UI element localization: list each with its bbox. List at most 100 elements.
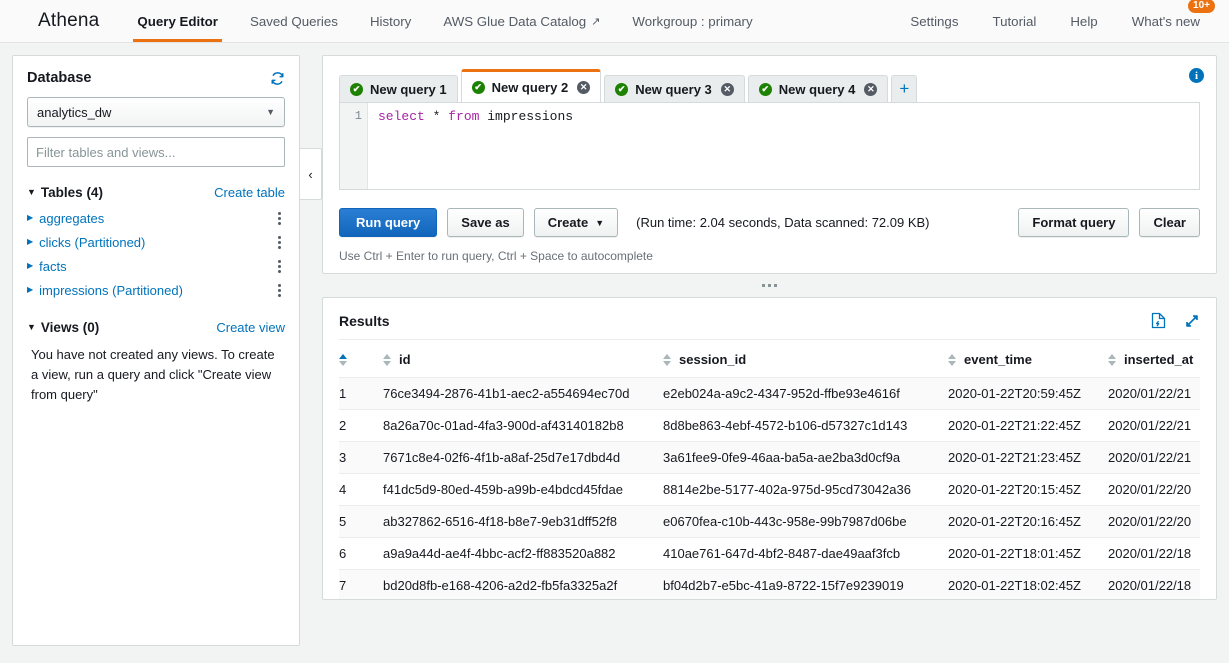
table-row[interactable]: 28a26a70c-01ad-4fa3-900d-af43140182b88d8… bbox=[339, 410, 1200, 442]
table-row[interactable]: 4f41dc5d9-80ed-459b-a99b-e4bdcd45fdae881… bbox=[339, 474, 1200, 506]
info-icon[interactable]: i bbox=[1189, 68, 1204, 83]
sql-table-name: impressions bbox=[479, 109, 573, 124]
cell-session-id: 410ae761-647d-4bf2-8487-dae49aaf3fcb bbox=[663, 538, 948, 570]
column-header-event-time[interactable]: event_time bbox=[948, 340, 1108, 378]
table-name-link[interactable]: impressions (Partitioned) bbox=[39, 283, 183, 298]
chevron-right-icon[interactable]: ▶ bbox=[27, 214, 33, 222]
chevron-right-icon[interactable]: ▶ bbox=[27, 262, 33, 270]
nav-item-tutorial[interactable]: Tutorial bbox=[975, 0, 1053, 42]
filter-tables-input[interactable] bbox=[27, 137, 285, 167]
sql-editor[interactable]: 1 select * from impressions bbox=[339, 102, 1200, 190]
chevron-down-icon[interactable]: ▼ bbox=[27, 188, 36, 197]
sql-code[interactable]: select * from impressions bbox=[368, 103, 573, 189]
results-header-icons bbox=[1151, 312, 1200, 329]
table-row[interactable]: 7bd20d8fb-e168-4206-a2d2-fb5fa3325a2fbf0… bbox=[339, 570, 1200, 601]
nav-item-help[interactable]: Help bbox=[1053, 0, 1114, 42]
column-header-inserted-at[interactable]: inserted_at bbox=[1108, 340, 1200, 378]
editor-line-numbers: 1 bbox=[340, 103, 368, 189]
create-view-link[interactable]: Create view bbox=[216, 320, 285, 335]
sort-ascending-icon[interactable] bbox=[339, 354, 347, 366]
table-name-link[interactable]: clicks (Partitioned) bbox=[39, 235, 145, 250]
cell-id: 8a26a70c-01ad-4fa3-900d-af43140182b8 bbox=[383, 410, 663, 442]
external-link-icon: ↗ bbox=[591, 15, 600, 28]
expand-icon[interactable] bbox=[1184, 313, 1200, 329]
cell-id: 7671c8e4-02f6-4f1b-a8af-25d7e17dbd4d bbox=[383, 442, 663, 474]
create-table-link[interactable]: Create table bbox=[214, 185, 285, 200]
chevron-left-icon: ‹ bbox=[308, 167, 312, 182]
cell-session-id: bf04d2b7-e5bc-41a9-8722-15f7e9239019 bbox=[663, 570, 948, 601]
tables-section-label: Tables (4) bbox=[41, 185, 103, 200]
query-tab[interactable]: ✔New query 2✕ bbox=[461, 69, 602, 102]
chevron-right-icon[interactable]: ▶ bbox=[27, 238, 33, 246]
close-icon[interactable]: ✕ bbox=[577, 81, 590, 94]
cell-inserted-at: 2020/01/22/20 bbox=[1108, 506, 1200, 538]
close-icon[interactable]: ✕ bbox=[721, 83, 734, 96]
cell-event-time: 2020-01-22T21:23:45Z bbox=[948, 442, 1108, 474]
run-query-button[interactable]: Run query bbox=[339, 208, 437, 237]
close-icon[interactable]: ✕ bbox=[864, 83, 877, 96]
table-name-link[interactable]: facts bbox=[39, 259, 66, 274]
results-row-number-header[interactable] bbox=[339, 340, 383, 378]
cell-inserted-at: 2020/01/22/18 bbox=[1108, 570, 1200, 601]
table-row[interactable]: 6a9a9a44d-ae4f-4bbc-acf2-ff883520a882410… bbox=[339, 538, 1200, 570]
chevron-right-icon[interactable]: ▶ bbox=[27, 286, 33, 294]
column-header-id[interactable]: id bbox=[383, 340, 663, 378]
column-header-session-id[interactable]: session_id bbox=[663, 340, 948, 378]
add-query-tab-button[interactable]: + bbox=[891, 75, 917, 102]
nav-item-saved-queries[interactable]: Saved Queries bbox=[234, 0, 354, 42]
sort-icon[interactable] bbox=[1108, 354, 1116, 366]
save-as-button[interactable]: Save as bbox=[447, 208, 523, 237]
format-query-button[interactable]: Format query bbox=[1018, 208, 1129, 237]
nav-item-query-editor[interactable]: Query Editor bbox=[121, 0, 234, 42]
cell-row-number: 1 bbox=[339, 378, 383, 410]
table-list-item[interactable]: ▶ aggregates bbox=[27, 206, 285, 230]
nav-item-what-s-new[interactable]: What's new10+ bbox=[1115, 0, 1217, 42]
cell-id: a9a9a44d-ae4f-4bbc-acf2-ff883520a882 bbox=[383, 538, 663, 570]
sort-icon[interactable] bbox=[948, 354, 956, 366]
clear-button[interactable]: Clear bbox=[1139, 208, 1200, 237]
nav-item-label: Query Editor bbox=[137, 14, 218, 29]
column-header-label: session_id bbox=[679, 352, 746, 367]
table-row[interactable]: 37671c8e4-02f6-4f1b-a8af-25d7e17dbd4d3a6… bbox=[339, 442, 1200, 474]
sidebar-collapse-button[interactable]: ‹ bbox=[300, 148, 322, 200]
nav-item-aws-glue-data-catalog[interactable]: AWS Glue Data Catalog↗ bbox=[427, 0, 616, 42]
sort-icon[interactable] bbox=[663, 354, 671, 366]
download-file-icon[interactable] bbox=[1151, 312, 1166, 329]
query-tab[interactable]: ✔ New query 1 bbox=[339, 75, 458, 102]
nav-item-settings[interactable]: Settings bbox=[893, 0, 975, 42]
nav-item-label: History bbox=[370, 14, 411, 29]
panel-resize-handle[interactable] bbox=[322, 274, 1217, 297]
status-success-icon: ✔ bbox=[350, 83, 363, 96]
refresh-icon[interactable] bbox=[270, 71, 285, 86]
sql-keyword-select: select bbox=[378, 109, 425, 124]
table-options-icon[interactable] bbox=[274, 258, 285, 275]
table-options-icon[interactable] bbox=[274, 282, 285, 299]
nav-item-label: Help bbox=[1070, 14, 1097, 29]
sql-star: * bbox=[425, 109, 448, 124]
table-row[interactable]: 176ce3494-2876-41b1-aec2-a554694ec70de2e… bbox=[339, 378, 1200, 410]
cell-id: f41dc5d9-80ed-459b-a99b-e4bdcd45fdae bbox=[383, 474, 663, 506]
database-select[interactable]: analytics_dw ▼ bbox=[27, 97, 285, 127]
table-name-link[interactable]: aggregates bbox=[39, 211, 104, 226]
nav-item-history[interactable]: History bbox=[354, 0, 427, 42]
cell-session-id: 3a61fee9-0fe9-46aa-ba5a-ae2ba3d0cf9a bbox=[663, 442, 948, 474]
sort-icon[interactable] bbox=[383, 354, 391, 366]
cell-event-time: 2020-01-22T21:22:45Z bbox=[948, 410, 1108, 442]
results-header: Results bbox=[339, 312, 1200, 340]
database-title: Database bbox=[27, 70, 91, 86]
table-options-icon[interactable] bbox=[274, 234, 285, 251]
query-tab[interactable]: ✔New query 4✕ bbox=[748, 75, 889, 102]
database-select-value: analytics_dw bbox=[37, 105, 111, 120]
query-tab-label: New query 1 bbox=[370, 82, 447, 97]
table-row[interactable]: 5ab327862-6516-4f18-b8e7-9eb31dff52f8e06… bbox=[339, 506, 1200, 538]
table-list-item[interactable]: ▶ facts bbox=[27, 254, 285, 278]
nav-item-workgroup-primary[interactable]: Workgroup : primary bbox=[616, 0, 768, 42]
table-options-icon[interactable] bbox=[274, 210, 285, 227]
cell-event-time: 2020-01-22T20:16:45Z bbox=[948, 506, 1108, 538]
table-list-item[interactable]: ▶ clicks (Partitioned) bbox=[27, 230, 285, 254]
create-dropdown-button[interactable]: Create ▼ bbox=[534, 208, 618, 237]
query-tab[interactable]: ✔New query 3✕ bbox=[604, 75, 745, 102]
cell-row-number: 2 bbox=[339, 410, 383, 442]
table-list-item[interactable]: ▶ impressions (Partitioned) bbox=[27, 278, 285, 302]
chevron-down-icon[interactable]: ▼ bbox=[27, 323, 36, 332]
